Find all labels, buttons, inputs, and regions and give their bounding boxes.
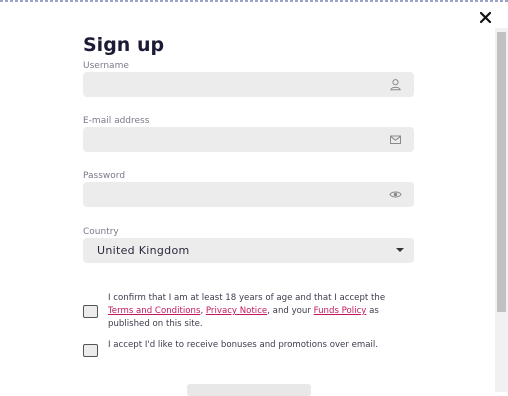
age-terms-text: I confirm that I am at least 18 years of… (108, 292, 408, 331)
privacy-link[interactable]: Privacy Notice (206, 306, 267, 316)
age-terms-text-part1: I confirm that I am at least 18 years of… (108, 293, 386, 303)
user-icon (389, 78, 402, 91)
mail-icon (389, 133, 402, 146)
scrollbar-thumb[interactable] (497, 32, 506, 312)
country-selected-value: United Kingdom (97, 244, 190, 257)
country-label: Country (83, 227, 119, 237)
age-terms-sep2: , and your (267, 306, 314, 316)
bonus-text: I accept I'd like to receive bonuses and… (108, 340, 379, 350)
bonus-checkbox[interactable] (83, 344, 98, 357)
country-select[interactable]: United Kingdom (83, 238, 414, 263)
age-terms-checkbox[interactable] (83, 305, 98, 318)
window-top-border (0, 0, 508, 2)
close-icon (479, 11, 492, 24)
username-label: Username (83, 61, 129, 71)
funds-policy-link[interactable]: Funds Policy (314, 306, 367, 316)
password-field[interactable] (83, 182, 414, 207)
submit-button[interactable] (187, 384, 311, 396)
email-input[interactable] (83, 127, 397, 152)
email-label: E-mail address (83, 116, 150, 126)
username-input[interactable] (83, 72, 397, 97)
close-button[interactable] (478, 10, 494, 26)
eye-icon[interactable] (389, 188, 402, 201)
chevron-down-icon (396, 248, 404, 252)
password-input[interactable] (83, 182, 397, 207)
terms-link[interactable]: Terms and Conditions (108, 306, 200, 316)
email-field[interactable] (83, 127, 414, 152)
username-field[interactable] (83, 72, 414, 97)
password-label: Password (83, 171, 126, 181)
scrollbar[interactable] (495, 28, 508, 392)
page-title: Sign up (83, 34, 165, 56)
